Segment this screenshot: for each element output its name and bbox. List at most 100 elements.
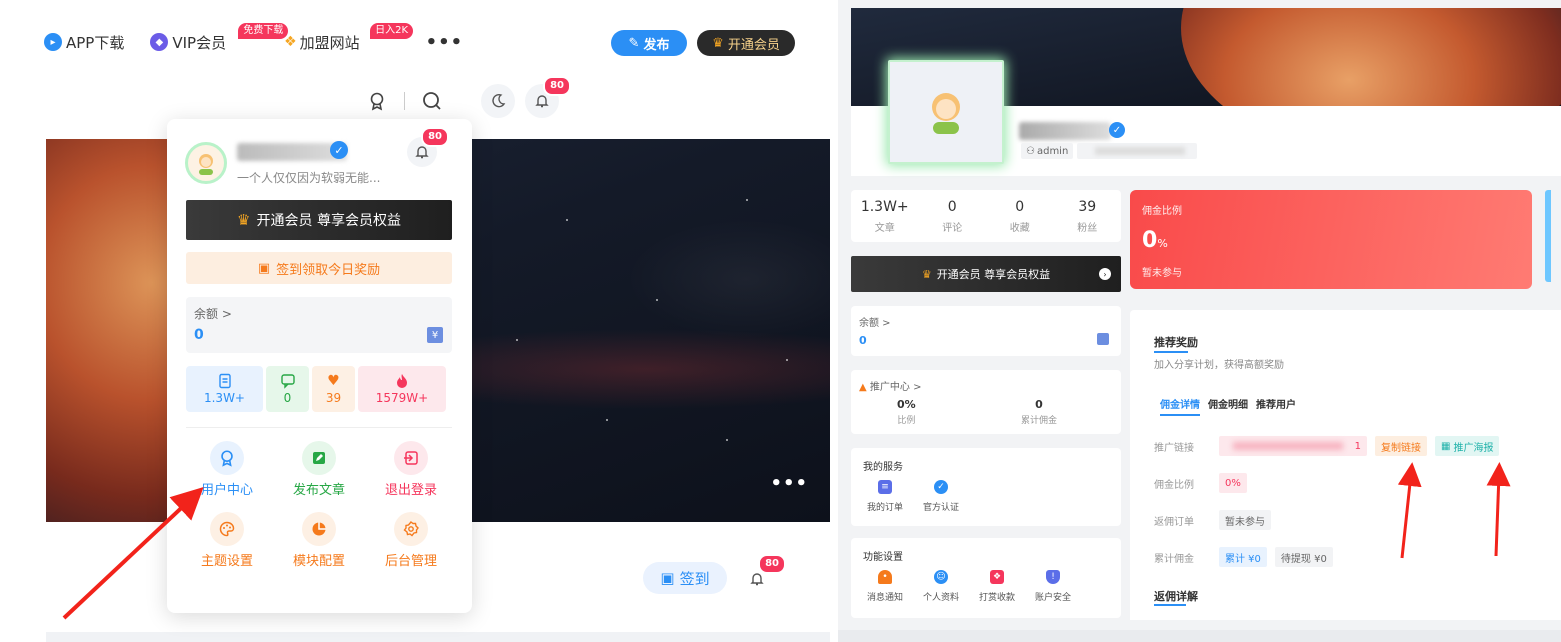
tab-commission-records[interactable]: 佣金明细	[1208, 396, 1248, 416]
commission-ratio-card: 佣金比例 0% 暂未参与	[1130, 190, 1532, 289]
module-config-label: 模块配置	[292, 554, 345, 569]
stat-favorites[interactable]: 0 收藏	[986, 190, 1054, 242]
stat-label: 评论	[942, 222, 963, 234]
stat-label: 收藏	[1009, 222, 1030, 234]
message-notification-label: 消息通知	[866, 593, 903, 603]
promo-poster-label: 推广海报	[1453, 442, 1494, 454]
balance-card[interactable]: 余额 > 0 ¥	[186, 297, 452, 353]
gift-icon: ❖	[990, 570, 1004, 584]
theme-settings-button[interactable]: 主题设置	[181, 512, 273, 569]
stat-value: 39	[1078, 198, 1097, 215]
vip-badge: 免费下载	[238, 22, 289, 39]
promotion-center-card[interactable]: ▲ 推广中心 > 0% 比例 0 累计佣金	[851, 370, 1121, 434]
personal-profile-button[interactable]: ☺ 个人资料	[919, 570, 963, 603]
open-vip-button[interactable]: ♛ 开通会员	[697, 30, 795, 56]
stat-fans[interactable]: 39 粉丝	[1054, 190, 1122, 242]
search-button[interactable]	[415, 84, 449, 118]
user-icon: ☺	[934, 570, 948, 584]
notification-button[interactable]: 80	[525, 76, 571, 118]
chevron-right-icon: ›	[1099, 268, 1111, 280]
open-vip-label: 开通会员	[727, 37, 780, 53]
stat-comments[interactable]: 0	[266, 366, 309, 412]
reward-collection-button[interactable]: ❖ 打赏收款	[975, 570, 1019, 603]
module-config-button[interactable]: 模块配置	[273, 512, 365, 569]
copy-link-button[interactable]: 复制链接	[1375, 436, 1427, 456]
user-center-button[interactable]: 用户中心	[181, 441, 273, 498]
sign-in-button[interactable]: ▣ 签到	[643, 562, 727, 594]
banner-more-button[interactable]: •••	[770, 473, 808, 494]
search-icon	[423, 92, 441, 110]
user-icon: ⚇	[1026, 145, 1035, 157]
popup-notification-button[interactable]: 80	[407, 127, 449, 167]
star	[786, 359, 788, 361]
dark-mode-button[interactable]	[481, 84, 515, 118]
publish-article-button[interactable]: 发布文章	[273, 441, 365, 498]
promotion-title-label: 推广中心 >	[869, 382, 922, 393]
crown-icon: ♛	[712, 35, 724, 51]
app-icon: ▸	[44, 33, 62, 51]
star	[656, 299, 658, 301]
profile-stats: 1.3W+ 文章 0 评论 0 收藏 39 粉丝	[851, 190, 1121, 242]
personal-profile-label: 个人资料	[922, 593, 959, 603]
title-underline	[1154, 351, 1188, 353]
commission-title: 佣金比例	[1142, 206, 1182, 217]
publish-label: 发布	[643, 37, 670, 53]
title-underline	[1154, 604, 1186, 606]
balance-card[interactable]: 余额 > 0	[851, 306, 1121, 356]
nav-more-button[interactable]: •••	[426, 32, 464, 53]
stat-articles[interactable]: 1.3W+	[186, 366, 263, 412]
my-orders-label: 我的订单	[866, 503, 903, 513]
divider	[186, 427, 452, 428]
admin-panel-button[interactable]: 后台管理	[365, 512, 457, 569]
star	[516, 339, 518, 341]
promotion-ratio: 0% 比例	[897, 398, 916, 426]
balance-label: 余额 >	[859, 318, 891, 329]
referral-title: 推荐奖励	[1154, 336, 1198, 349]
nav-app-download[interactable]: ▸ APP下载	[44, 32, 124, 53]
popup-vip-banner[interactable]: ♛ 开通会员 尊享会员权益	[186, 200, 452, 240]
profile-avatar[interactable]	[888, 60, 1004, 164]
orders-label: 返佣订单	[1154, 516, 1194, 528]
vip-banner-label: 开通会员 尊享会员权益	[936, 268, 1051, 281]
message-notification-button[interactable]: • 消息通知	[863, 570, 907, 603]
shield-icon: !	[1046, 570, 1060, 584]
my-orders-button[interactable]: ≡ 我的订单	[863, 480, 907, 513]
verified-icon: ✓	[330, 141, 348, 159]
stat-comments[interactable]: 0 评论	[919, 190, 987, 242]
bottom-notification-button[interactable]: 80	[740, 554, 786, 596]
commission-status: 暂未参与	[1142, 268, 1182, 279]
nav-join-site[interactable]: ❖ 加盟网站 日入2K	[284, 22, 414, 53]
checkin-reward-button[interactable]: ▣ 签到领取今日奖励	[186, 252, 452, 284]
balance-value: 0	[859, 334, 867, 347]
header-icon-row: 80	[360, 76, 571, 118]
promo-link-value-blurred[interactable]: 1	[1219, 436, 1367, 456]
user-medal-button[interactable]	[360, 84, 394, 118]
stat-views[interactable]: 1579W+	[358, 366, 446, 412]
my-services-card: 我的服务 ≡ 我的订单 ✓ 官方认证	[851, 448, 1121, 526]
profile-name-blurred	[1019, 122, 1111, 140]
moon-icon	[492, 93, 506, 108]
balance-label: 余额 >	[194, 307, 232, 321]
logout-button[interactable]: 退出登录	[365, 441, 457, 498]
nav-vip-label: VIP会员	[172, 33, 227, 52]
join-badge: 日入2K	[370, 22, 414, 39]
wallet-icon	[1097, 333, 1109, 345]
account-security-button[interactable]: ! 账户安全	[1031, 570, 1075, 603]
fire-icon: ▲	[859, 382, 867, 393]
stat-articles[interactable]: 1.3W+ 文章	[851, 190, 919, 242]
publish-button[interactable]: ✎ 发布	[611, 30, 687, 56]
checkin-label: 签到领取今日奖励	[276, 262, 381, 278]
settings-title: 功能设置	[863, 552, 903, 563]
tab-referred-users[interactable]: 推荐用户	[1256, 396, 1296, 416]
tab-commission-details[interactable]: 佣金详情	[1160, 396, 1200, 416]
logout-label: 退出登录	[384, 483, 437, 498]
star	[566, 219, 568, 221]
official-verification-button[interactable]: ✓ 官方认证	[919, 480, 963, 513]
avatar[interactable]	[185, 142, 227, 184]
edit-icon	[302, 441, 336, 475]
profile-header: ✓ ⚇ admin	[851, 8, 1561, 176]
stat-likes[interactable]: ♥ 39	[312, 366, 355, 412]
nav-vip-member[interactable]: ◆ VIP会员 免费下载	[150, 22, 289, 53]
profile-vip-banner[interactable]: ♛ 开通会员 尊享会员权益 ›	[851, 256, 1121, 292]
promo-poster-button[interactable]: ▦ 推广海报	[1435, 436, 1500, 456]
